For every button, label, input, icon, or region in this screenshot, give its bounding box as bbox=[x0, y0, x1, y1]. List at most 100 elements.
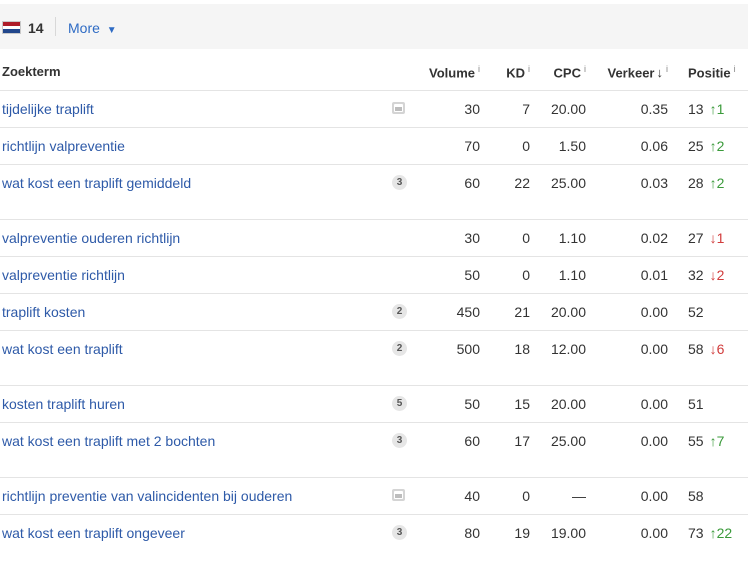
keyword-link[interactable]: valpreventie ouderen richtlijn bbox=[2, 230, 180, 246]
cpc-value: 19.00 bbox=[550, 525, 586, 541]
kd-value: 0 bbox=[522, 267, 530, 283]
cpc-value: 12.00 bbox=[550, 341, 586, 357]
position-number: 25 bbox=[688, 138, 704, 154]
position-value: 58 bbox=[688, 488, 704, 504]
sort-desc-icon: ↓ bbox=[656, 65, 664, 81]
volume-value: 30 bbox=[464, 230, 480, 246]
position-value: 51 bbox=[688, 396, 704, 412]
keyword-link[interactable]: wat kost een traplift met 2 bochten bbox=[2, 433, 215, 449]
table-row: wat kost een traplift met 2 bochten 3 60 17… bbox=[0, 422, 748, 478]
position-number: 13 bbox=[688, 101, 704, 117]
position-number: 32 bbox=[688, 267, 704, 283]
kd-value: 0 bbox=[522, 138, 530, 154]
traffic-value: 0.00 bbox=[640, 396, 668, 412]
cpc-value: 25.00 bbox=[550, 175, 586, 191]
keyword-link[interactable]: wat kost een traplift ongeveer bbox=[2, 525, 185, 541]
position-number: 55 bbox=[688, 433, 704, 449]
position-number: 73 bbox=[688, 525, 704, 541]
position-value: 13 ↑1 bbox=[688, 101, 724, 117]
traffic-value: 0.00 bbox=[640, 341, 668, 357]
more-button[interactable]: More ▼ bbox=[68, 20, 117, 36]
column-volume[interactable]: Volume i bbox=[429, 64, 480, 80]
keyword-link[interactable]: richtlijn valpreventie bbox=[2, 138, 125, 154]
volume-value: 500 bbox=[456, 341, 480, 357]
kd-value: 22 bbox=[514, 175, 530, 191]
kd-value: 7 bbox=[522, 101, 530, 117]
kd-value: 0 bbox=[522, 230, 530, 246]
column-keyword[interactable]: Zoekterm bbox=[2, 64, 61, 79]
keyword-link[interactable]: tijdelijke traplift bbox=[2, 101, 94, 117]
position-number: 52 bbox=[688, 304, 704, 320]
info-icon[interactable]: i bbox=[528, 64, 530, 74]
position-up-change: ↑22 bbox=[709, 525, 733, 541]
serp-feature-count-badge[interactable]: 2 bbox=[392, 341, 407, 356]
volume-value: 50 bbox=[464, 396, 480, 412]
volume-value: 60 bbox=[464, 433, 480, 449]
table-row: tijdelijke traplift 30 7 20.00 0.35 13 ↑1 bbox=[0, 90, 748, 128]
volume-value: 450 bbox=[456, 304, 480, 320]
cpc-value: 1.10 bbox=[558, 230, 586, 246]
image-serp-feature-icon[interactable] bbox=[392, 489, 405, 501]
traffic-value: 0.00 bbox=[640, 433, 668, 449]
cpc-value: 20.00 bbox=[550, 304, 586, 320]
table-row: wat kost een traplift ongeveer 3 80 19 19.00… bbox=[0, 514, 748, 551]
position-up-change: ↑7 bbox=[709, 433, 725, 449]
kd-value: 19 bbox=[514, 525, 530, 541]
serp-feature-count-badge[interactable]: 2 bbox=[392, 304, 407, 319]
more-label: More bbox=[68, 20, 100, 36]
kd-value: 15 bbox=[514, 396, 530, 412]
info-icon[interactable]: i bbox=[734, 64, 736, 74]
cpc-value: 1.10 bbox=[558, 267, 586, 283]
cpc-value: 20.00 bbox=[550, 396, 586, 412]
column-traffic[interactable]: Verkeer ↓ i bbox=[608, 64, 669, 80]
position-value: 25 ↑2 bbox=[688, 138, 724, 154]
position-up-change: ↑2 bbox=[709, 138, 725, 154]
position-value: 52 bbox=[688, 304, 704, 320]
position-number: 28 bbox=[688, 175, 704, 191]
keyword-link[interactable]: valpreventie richtlijn bbox=[2, 267, 125, 283]
traffic-value: 0.00 bbox=[640, 525, 668, 541]
cpc-value: 1.50 bbox=[558, 138, 586, 154]
volume-value: 60 bbox=[464, 175, 480, 191]
cpc-value: — bbox=[572, 488, 586, 504]
kd-value: 18 bbox=[514, 341, 530, 357]
serp-feature-count-badge[interactable]: 3 bbox=[392, 525, 407, 540]
table-row: valpreventie ouderen richtlijn 30 0 1.10 0.0… bbox=[0, 219, 748, 257]
serp-feature-count-badge[interactable]: 5 bbox=[392, 396, 407, 411]
traffic-value: 0.00 bbox=[640, 488, 668, 504]
position-value: 32 ↓2 bbox=[688, 267, 724, 283]
traffic-value: 0.03 bbox=[640, 175, 668, 191]
netherlands-flag-icon bbox=[2, 21, 21, 34]
traffic-value: 0.06 bbox=[640, 138, 668, 154]
table-header: Zoekterm Volume i KD i CPC i Verkeer ↓ i Posi… bbox=[0, 49, 748, 91]
keyword-link[interactable]: traplift kosten bbox=[2, 304, 85, 320]
keyword-link[interactable]: kosten traplift huren bbox=[2, 396, 125, 412]
volume-value: 40 bbox=[464, 488, 480, 504]
volume-value: 70 bbox=[464, 138, 480, 154]
serp-feature-count-badge[interactable]: 3 bbox=[392, 433, 407, 448]
keyword-link[interactable]: wat kost een traplift bbox=[2, 341, 123, 357]
column-kd[interactable]: KD i bbox=[506, 64, 530, 80]
volume-value: 30 bbox=[464, 101, 480, 117]
position-number: 27 bbox=[688, 230, 704, 246]
info-icon[interactable]: i bbox=[666, 64, 668, 74]
table-row: richtlijn valpreventie 70 0 1.50 0.06 25 ↑2 bbox=[0, 127, 748, 165]
kd-value: 0 bbox=[522, 488, 530, 504]
position-number: 58 bbox=[688, 341, 704, 357]
table-row: kosten traplift huren 5 50 15 20.00 0.00 51 bbox=[0, 385, 748, 423]
position-up-change: ↑1 bbox=[709, 101, 725, 117]
column-cpc[interactable]: CPC i bbox=[554, 64, 586, 80]
info-icon[interactable]: i bbox=[584, 64, 586, 74]
image-serp-feature-icon[interactable] bbox=[392, 102, 405, 114]
table-row: richtlijn preventie van valincidenten bi… bbox=[0, 477, 748, 515]
column-position[interactable]: Positie i bbox=[688, 64, 736, 80]
position-down-change: ↓2 bbox=[709, 267, 725, 283]
kd-value: 17 bbox=[514, 433, 530, 449]
table-row: wat kost een traplift gemiddeld 3 60 22 25.0… bbox=[0, 164, 748, 220]
info-icon[interactable]: i bbox=[478, 64, 480, 74]
keyword-link[interactable]: wat kost een traplift gemiddeld bbox=[2, 175, 191, 191]
keyword-link[interactable]: richtlijn preventie van valincidenten bi… bbox=[2, 488, 292, 504]
serp-feature-count-badge[interactable]: 3 bbox=[392, 175, 407, 190]
position-count: 14 bbox=[28, 20, 44, 36]
position-number: 58 bbox=[688, 488, 704, 504]
